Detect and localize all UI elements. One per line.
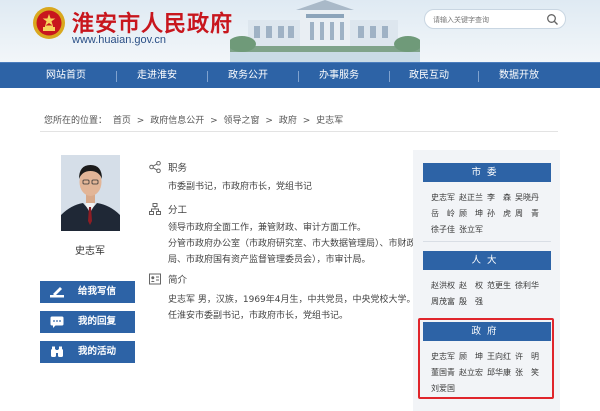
- write-letter-button[interactable]: 给我写信: [40, 281, 135, 303]
- duty-title: 职务: [168, 163, 188, 174]
- nav-item-gov-affairs[interactable]: 政务公开: [208, 63, 288, 89]
- peoples-congress-header[interactable]: 人大: [423, 251, 551, 270]
- breadcrumb-government[interactable]: 政府: [279, 116, 297, 126]
- party-committee-row: 徐子佳 张立军: [431, 224, 487, 235]
- national-emblem-icon: [33, 7, 65, 39]
- leader-link[interactable]: 赵 权: [459, 281, 483, 290]
- peoples-congress-row: 赵洪权赵 权范更生 徐利华: [431, 280, 543, 291]
- site-url[interactable]: www.huaian.gov.cn: [72, 34, 166, 46]
- nav-item-services[interactable]: 办事服务: [299, 63, 379, 89]
- group-divider: [423, 241, 551, 242]
- breadcrumb-leaders[interactable]: 领导之窗: [224, 116, 260, 126]
- bio-line-2: 任淮安市委副书记，市政府市长，党组书记。: [168, 311, 349, 321]
- duty-text: 市委副书记，市政府市长，党组书记: [168, 182, 313, 192]
- nav-item-interaction[interactable]: 政民互动: [389, 63, 469, 89]
- party-committee-row: 岳 岭顾 坤孙 虎周 青: [431, 208, 543, 219]
- my-replies-button[interactable]: 我的回复: [40, 311, 135, 333]
- breadcrumb-separator: >: [265, 116, 273, 126]
- work-title: 分工: [168, 205, 188, 216]
- nav-item-home[interactable]: 网站首页: [26, 63, 106, 89]
- breadcrumb-separator: >: [302, 116, 311, 126]
- leader-link[interactable]: 徐子佳: [431, 225, 455, 234]
- leader-link[interactable]: 孙 虎: [487, 209, 511, 218]
- leader-name: 史志军: [75, 246, 105, 257]
- leader-link[interactable]: 殷 强: [459, 297, 483, 306]
- breadcrumb-gov-info[interactable]: 政府信息公开: [150, 116, 204, 126]
- profile-card-icon: [149, 273, 161, 285]
- leader-link[interactable]: 徐利华: [515, 281, 539, 290]
- org-tree-icon: [149, 203, 161, 215]
- leader-link[interactable]: 吴晓丹: [515, 193, 539, 202]
- pen-icon: [50, 287, 64, 298]
- search-input[interactable]: [433, 13, 543, 26]
- leader-link[interactable]: 周茂富: [431, 297, 455, 306]
- leader-link[interactable]: 史志军: [431, 193, 455, 202]
- breadcrumb-separator: >: [136, 116, 145, 126]
- party-committee-row: 史志军 赵正兰李 森吴晓丹: [431, 192, 543, 203]
- leader-portrait: [61, 155, 120, 231]
- breadcrumb-divider: [40, 131, 558, 132]
- main-nav: 网站首页 走进淮安 政务公开 办事服务 政民互动 数据开放: [0, 62, 600, 88]
- leader-link[interactable]: 李 森: [487, 193, 511, 202]
- work-line-3: 局、市政府国有资产监督管理委员会），市审计局。: [168, 255, 371, 265]
- peoples-congress-row: 周茂富殷 强: [431, 296, 487, 307]
- message-icon: [50, 316, 64, 328]
- leader-link[interactable]: 岳 岭: [431, 209, 455, 218]
- leader-link[interactable]: 张立军: [459, 225, 483, 234]
- leader-link[interactable]: 赵正兰: [459, 193, 483, 202]
- bio-line-1: 史志军 男，汉族，1969年4月生，中共党员，中央党校大学。现: [168, 295, 425, 305]
- work-line-1: 领导市政府全面工作，兼管财政、审计方面工作。: [168, 223, 367, 233]
- breadcrumb-home[interactable]: 首页: [113, 116, 131, 126]
- city-hall-illustration: [230, 0, 420, 62]
- my-replies-label: 我的回复: [78, 316, 117, 327]
- leader-link[interactable]: 周 青: [515, 209, 539, 218]
- write-letter-label: 给我写信: [78, 286, 117, 297]
- party-committee-header[interactable]: 市委: [423, 163, 551, 182]
- work-line-2: 分管市政府办公室（市政府研究室、市大数据管理局）、市财政局: [168, 239, 425, 249]
- nav-item-about[interactable]: 走进淮安: [117, 63, 197, 89]
- leader-link[interactable]: 顾 坤: [459, 209, 483, 218]
- breadcrumb-separator: >: [210, 116, 218, 126]
- breadcrumb-current[interactable]: 史志军: [316, 116, 343, 126]
- government-highlight-box: [418, 318, 554, 399]
- breadcrumb-prefix: 您所在的位置：: [44, 116, 108, 126]
- nav-item-open-data[interactable]: 数据开放: [479, 63, 559, 89]
- share-icon: [149, 161, 161, 173]
- leader-link[interactable]: 赵洪权: [431, 281, 455, 290]
- search-box: [424, 9, 566, 29]
- site-header: 淮安市人民政府 www.huaian.gov.cn: [0, 0, 600, 62]
- binoculars-icon: [51, 346, 63, 357]
- my-activities-label: 我的活动: [78, 346, 117, 357]
- bio-title: 简介: [168, 275, 188, 286]
- my-activities-button[interactable]: 我的活动: [40, 341, 135, 363]
- search-icon[interactable]: [546, 13, 559, 26]
- leader-link[interactable]: 范更生: [487, 281, 511, 290]
- breadcrumb: 您所在的位置： 首页 > 政府信息公开 > 领导之窗 > 政府 > 史志军: [44, 113, 346, 126]
